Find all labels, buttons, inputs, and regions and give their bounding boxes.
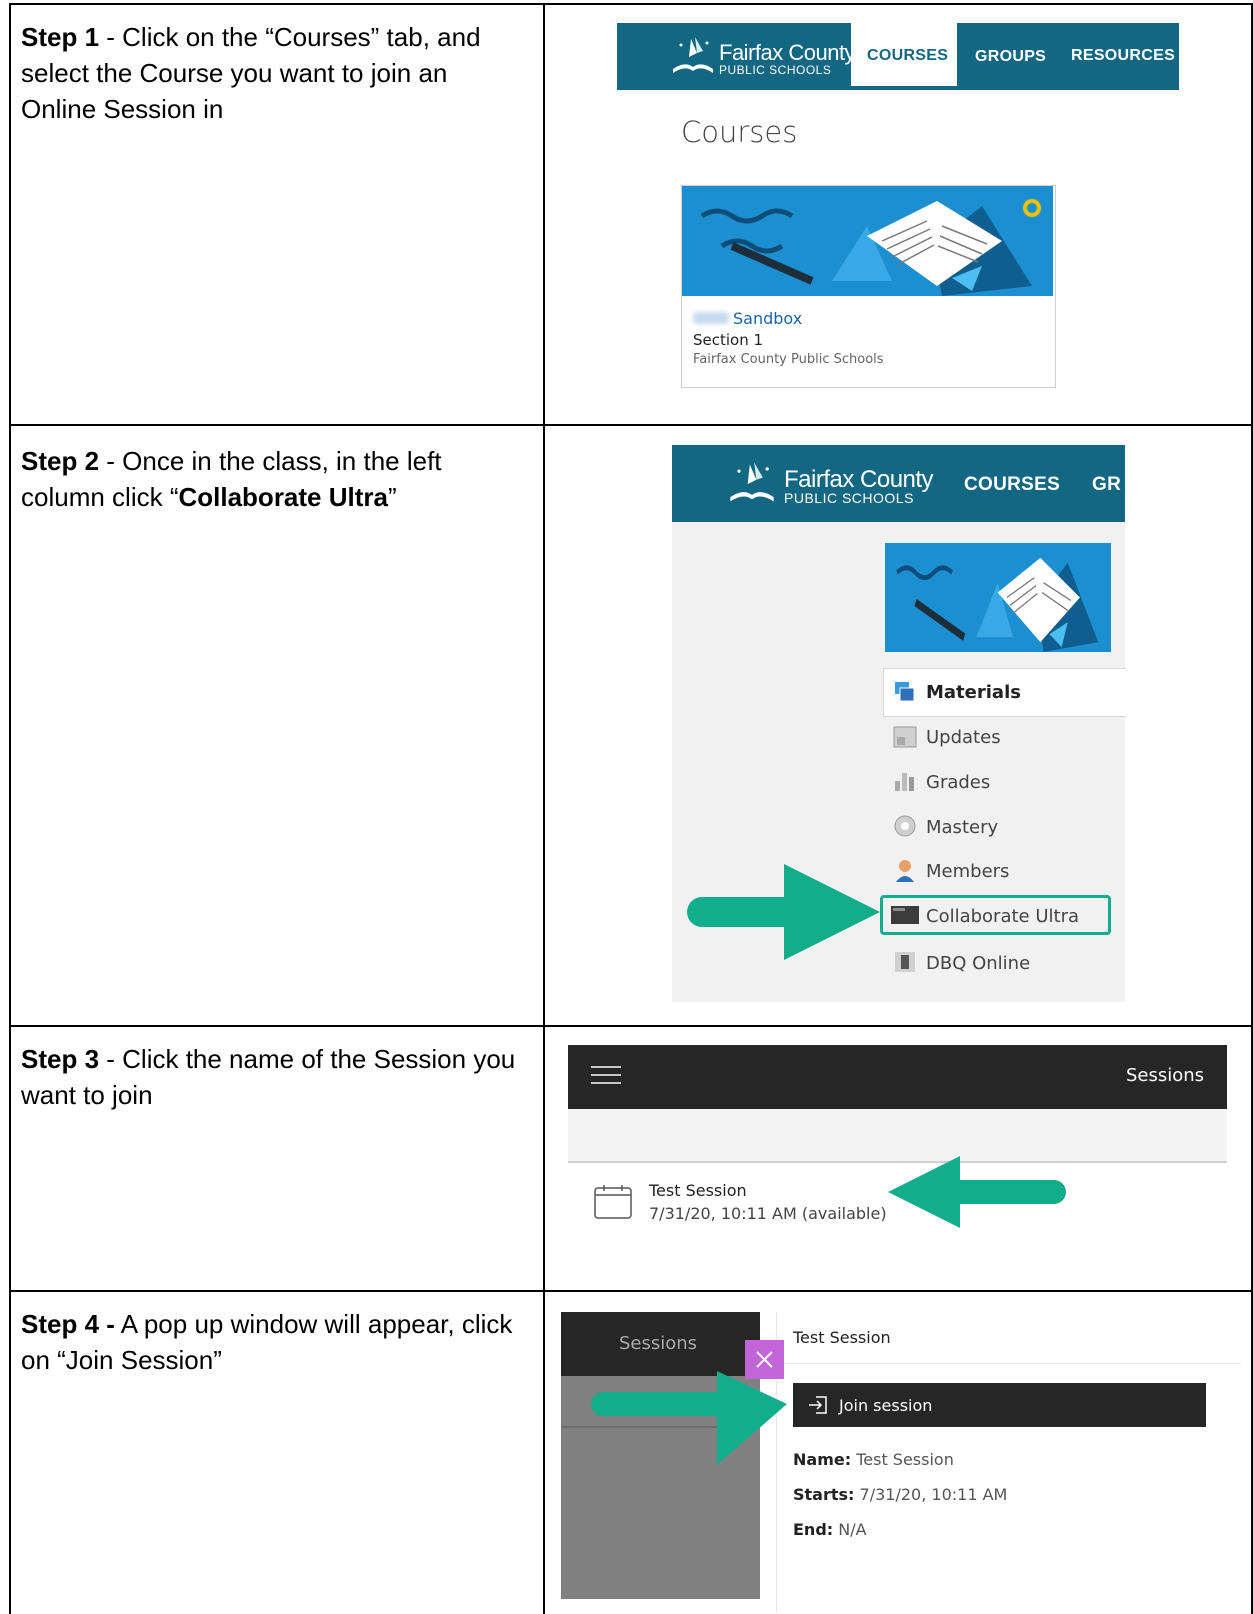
detail-name-label: Name: — [793, 1450, 852, 1469]
course-banner-image — [682, 186, 1053, 296]
join-session-icon — [809, 1396, 827, 1414]
session-name-link[interactable]: Test Session — [649, 1181, 747, 1200]
mastery-icon — [894, 815, 916, 837]
session-time: 7/31/20, 10:11 AM (available) — [649, 1204, 887, 1223]
table-border-row2 — [9, 1025, 1253, 1027]
arrow-right-icon-2 — [591, 1371, 787, 1465]
step-2-label: Step 2 — [21, 446, 100, 476]
step-3-label: Step 3 — [21, 1044, 100, 1074]
fcps-logo-subtitle-2: PUBLIC SCHOOLS — [784, 490, 914, 506]
sessions-filter-area — [568, 1109, 1227, 1163]
course-organization: Fairfax County Public Schools — [693, 352, 884, 367]
sessions-title: Sessions — [1126, 1065, 1205, 1086]
menu-item-collaborate-ultra[interactable]: Collaborate Ultra — [926, 906, 1079, 927]
course-banner-image-2 — [885, 543, 1111, 652]
menu-item-materials[interactable]: Materials — [926, 682, 1021, 703]
detail-end-label: End: — [793, 1520, 834, 1539]
step-4-instruction: Step 4 - A pop up window will appear, cl… — [21, 1306, 521, 1378]
table-border-row1 — [9, 424, 1253, 426]
step-2-instruction: Step 2 - Once in the class, in the left … — [21, 443, 521, 515]
fcps-logo-icon — [673, 37, 713, 73]
step-1-label: Step 1 — [21, 22, 100, 52]
table-border-top — [9, 3, 1253, 5]
table-border-left — [9, 3, 11, 1614]
tab-courses-2[interactable]: COURSES — [964, 474, 1060, 496]
tab-groups-cropped[interactable]: GR — [1092, 474, 1125, 496]
materials-icon — [895, 682, 915, 702]
step-2-bold-text: Collaborate Ultra — [178, 482, 388, 512]
fcps-logo-subtitle: PUBLIC SCHOOLS — [719, 63, 832, 77]
detail-end-value: N/A — [838, 1520, 867, 1539]
step-4-label: Step 4 - — [21, 1309, 115, 1339]
detail-name-value: Test Session — [856, 1450, 954, 1469]
grades-icon — [895, 773, 914, 791]
table-border-row3 — [9, 1290, 1253, 1292]
members-icon — [896, 860, 914, 882]
course-name-blurred-prefix — [693, 312, 729, 324]
arrow-right-icon — [687, 864, 880, 960]
arrow-left-icon — [888, 1156, 1066, 1228]
collaborate-ultra-icon — [891, 906, 919, 924]
tab-resources[interactable]: RESOURCES — [1071, 47, 1175, 65]
tab-courses[interactable]: COURSES — [867, 47, 948, 65]
detail-name: Name: Test Session — [793, 1450, 954, 1469]
step-3-instruction: Step 3 - Click the name of the Session y… — [21, 1041, 521, 1113]
dbq-online-icon — [895, 952, 915, 972]
close-icon[interactable] — [755, 1350, 774, 1369]
menu-item-updates[interactable]: Updates — [926, 727, 1001, 748]
menu-item-mastery[interactable]: Mastery — [926, 817, 998, 838]
popup-title: Test Session — [793, 1328, 891, 1347]
step-1-separator: - — [99, 22, 123, 52]
tab-groups[interactable]: GROUPS — [975, 48, 1046, 66]
updates-icon — [893, 726, 917, 748]
table-border-middle — [543, 3, 545, 1614]
step-2-separator: - — [99, 446, 123, 476]
detail-starts-label: Starts: — [793, 1485, 855, 1504]
detail-starts: Starts: 7/31/20, 10:11 AM — [793, 1485, 1007, 1504]
course-name-link[interactable]: Sandbox — [733, 309, 802, 328]
popup-header-divider — [776, 1363, 1241, 1364]
step-2-text-after: ” — [387, 482, 397, 512]
menu-item-members[interactable]: Members — [926, 861, 1009, 882]
join-session-label[interactable]: Join session — [839, 1396, 932, 1415]
course-section: Section 1 — [693, 331, 764, 349]
courses-page-title: Courses — [681, 115, 798, 149]
sessions-sidebar-title: Sessions — [619, 1333, 698, 1354]
hamburger-menu-icon[interactable] — [591, 1065, 621, 1085]
calendar-icon — [594, 1185, 632, 1219]
detail-starts-value: 7/31/20, 10:11 AM — [859, 1485, 1008, 1504]
menu-item-grades[interactable]: Grades — [926, 772, 990, 793]
step-3-separator: - — [99, 1044, 123, 1074]
fcps-logo-icon-2 — [730, 462, 774, 502]
detail-end: End: N/A — [793, 1520, 867, 1539]
menu-item-dbq-online[interactable]: DBQ Online — [926, 953, 1030, 974]
step-1-instruction: Step 1 - Click on the “Courses” tab, and… — [21, 19, 521, 127]
